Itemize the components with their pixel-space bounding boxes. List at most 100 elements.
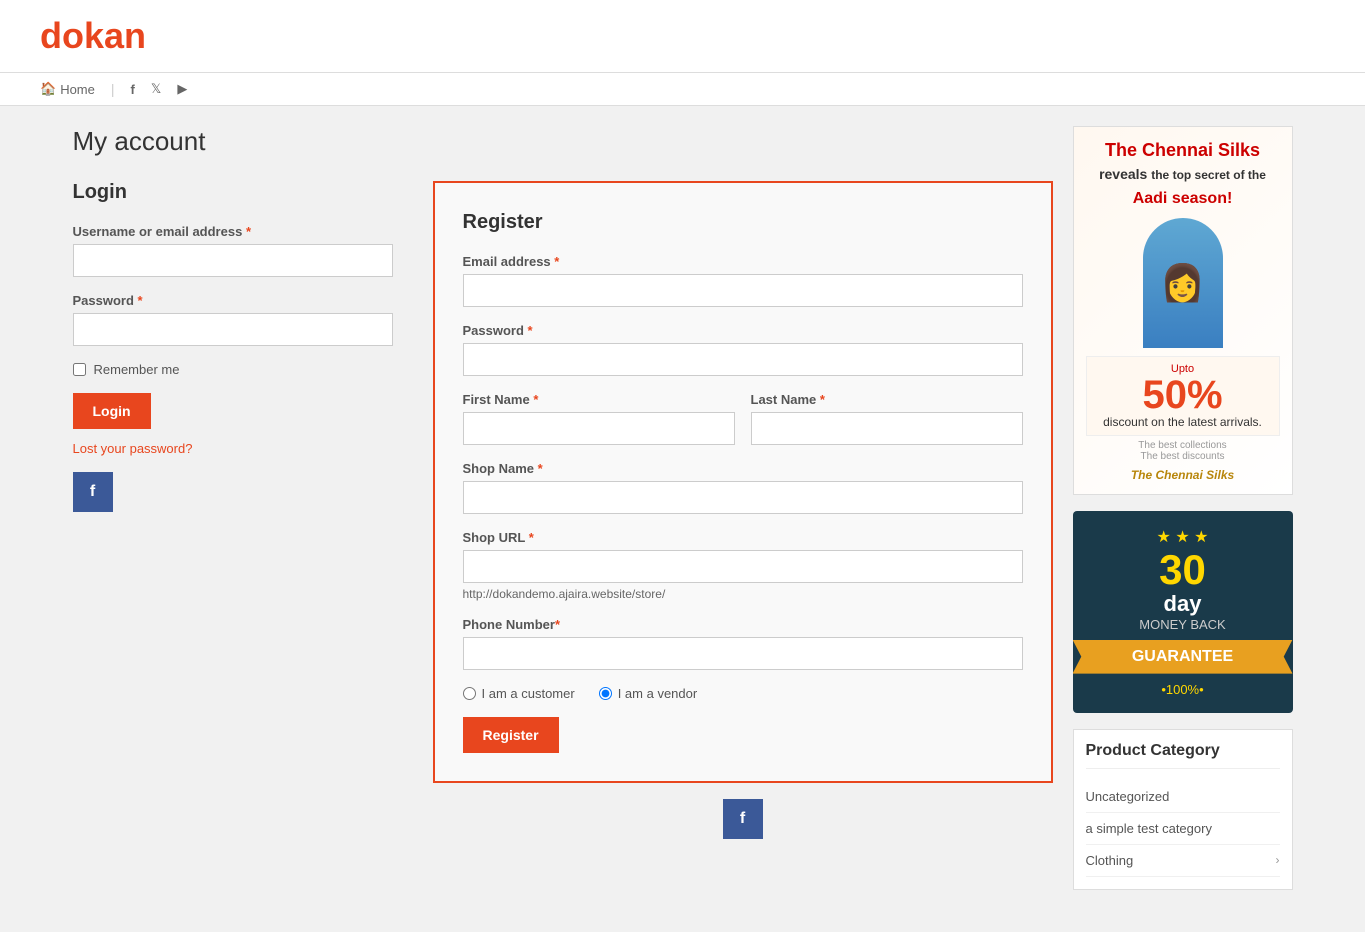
main-wrapper: My account Login Username or email addre… [33, 106, 1333, 910]
vendor-radio-label[interactable]: I am a vendor [599, 686, 698, 701]
login-password-group: Password * [73, 293, 393, 346]
email-required: * [554, 254, 559, 269]
register-password-required: * [528, 323, 533, 338]
sidebar: The Chennai Silks reveals the top secret… [1073, 126, 1293, 890]
vendor-label: I am a vendor [618, 686, 698, 701]
ad-taglines: The best collections The best discounts [1086, 440, 1280, 462]
customer-label: I am a customer [482, 686, 575, 701]
ad-image-area: 👩 [1086, 218, 1280, 348]
nav-divider-1: | [111, 81, 115, 97]
phone-group: Phone Number* [463, 617, 1023, 670]
category-uncategorized[interactable]: Uncategorized [1086, 781, 1280, 813]
username-required: * [246, 224, 251, 239]
ad-chennai-header: The Chennai Silks reveals the top secret… [1086, 139, 1280, 210]
shop-url-input[interactable] [463, 550, 1023, 583]
last-name-group: Last Name * [751, 392, 1023, 445]
ad-tagline1: The best collections [1086, 440, 1280, 451]
ad-person-silhouette: 👩 [1143, 218, 1223, 348]
guarantee-days: 30 [1089, 549, 1277, 591]
page-title: My account [73, 126, 1053, 157]
site-header: dokan [0, 0, 1365, 73]
login-password-input[interactable] [73, 313, 393, 346]
last-name-input[interactable] [751, 412, 1023, 445]
category-clothing-label: Clothing [1086, 853, 1134, 868]
nav-home[interactable]: 🏠 Home [40, 81, 95, 97]
logo-rest: okan [62, 15, 146, 56]
remember-label[interactable]: Remember me [94, 362, 180, 377]
facebook-icon: f [90, 483, 95, 501]
shop-name-label: Shop Name * [463, 461, 1023, 476]
shop-name-group: Shop Name * [463, 461, 1023, 514]
nav-facebook[interactable]: f [131, 82, 135, 97]
register-title: Register [463, 211, 1023, 234]
register-button[interactable]: Register [463, 717, 559, 753]
chennai-silks-ad[interactable]: The Chennai Silks reveals the top secret… [1073, 126, 1293, 495]
login-section: Login Username or email address * Passwo… [73, 181, 393, 839]
home-icon: 🏠 [40, 81, 56, 97]
customer-radio[interactable] [463, 687, 476, 700]
ad-reveals: reveals the top secret of the [1099, 166, 1266, 182]
customer-radio-label[interactable]: I am a customer [463, 686, 575, 701]
first-name-input[interactable] [463, 412, 735, 445]
product-category-widget: Product Category Uncategorized a simple … [1073, 729, 1293, 890]
login-password-label: Password * [73, 293, 393, 308]
first-name-group: First Name * [463, 392, 735, 445]
facebook-nav-icon: f [131, 82, 135, 97]
phone-input[interactable] [463, 637, 1023, 670]
username-group: Username or email address * [73, 224, 393, 277]
phone-required: * [555, 617, 560, 632]
ad-discount-box: Upto 50% discount on the latest arrivals… [1086, 356, 1280, 436]
logo-d: d [40, 15, 62, 56]
shop-name-required: * [538, 461, 543, 476]
nav-home-label: Home [60, 82, 95, 97]
twitter-nav-icon: 𝕏 [151, 81, 161, 97]
remember-checkbox[interactable] [73, 363, 86, 376]
main-nav: 🏠 Home | f 𝕏 ▶ [0, 73, 1365, 106]
register-facebook-icon: f [740, 810, 745, 828]
site-logo[interactable]: dokan [40, 15, 1325, 57]
login-password-required: * [138, 293, 143, 308]
category-clothing[interactable]: Clothing › [1086, 845, 1280, 877]
vendor-radio[interactable] [599, 687, 612, 700]
category-simple-test[interactable]: a simple test category [1086, 813, 1280, 845]
username-label: Username or email address * [73, 224, 393, 239]
name-row: First Name * Last Name * [463, 392, 1023, 461]
shop-name-input[interactable] [463, 481, 1023, 514]
email-input[interactable] [463, 274, 1023, 307]
product-category-title: Product Category [1086, 742, 1280, 769]
guarantee-section: ★ ★ ★ 30 day MONEY BACK GUARANTEE •100%• [1073, 511, 1293, 713]
nav-twitter[interactable]: 𝕏 [151, 81, 161, 97]
register-password-label: Password * [463, 323, 1023, 338]
content-area: My account Login Username or email addre… [73, 126, 1053, 890]
forms-row: Login Username or email address * Passwo… [73, 181, 1053, 839]
ad-brand-label: The Chennai Silks [1086, 468, 1280, 482]
remember-row: Remember me [73, 362, 393, 377]
first-name-required: * [533, 392, 538, 407]
guarantee-money: MONEY BACK [1089, 617, 1277, 632]
lost-password-link[interactable]: Lost your password? [73, 441, 393, 456]
ad-discount-label: discount on the latest arrivals. [1093, 415, 1273, 429]
guarantee-percent: •100%• [1089, 682, 1277, 697]
role-radio-row: I am a customer I am a vendor [463, 686, 1023, 701]
ad-tagline2: The best discounts [1086, 451, 1280, 462]
category-uncategorized-label: Uncategorized [1086, 789, 1170, 804]
shop-url-hint: http://dokandemo.ajaira.website/store/ [463, 587, 1023, 601]
youtube-nav-icon: ▶ [177, 81, 187, 97]
ad-brand-name: The Chennai Silks [1105, 140, 1260, 160]
nav-youtube[interactable]: ▶ [177, 81, 187, 97]
guarantee-stars: ★ ★ ★ [1089, 527, 1277, 547]
register-box: Register Email address * Password * [433, 181, 1053, 783]
last-name-required: * [820, 392, 825, 407]
username-input[interactable] [73, 244, 393, 277]
shop-url-label: Shop URL * [463, 530, 1023, 545]
register-section: Register Email address * Password * [433, 181, 1053, 839]
login-facebook-button[interactable]: f [73, 472, 113, 512]
login-button[interactable]: Login [73, 393, 151, 429]
guarantee-day-word: day [1089, 591, 1277, 617]
guarantee-guarantee: GUARANTEE [1073, 640, 1293, 674]
email-label: Email address * [463, 254, 1023, 269]
register-password-input[interactable] [463, 343, 1023, 376]
shop-url-required: * [529, 530, 534, 545]
register-facebook-button[interactable]: f [723, 799, 763, 839]
shop-url-group: Shop URL * http://dokandemo.ajaira.websi… [463, 530, 1023, 601]
